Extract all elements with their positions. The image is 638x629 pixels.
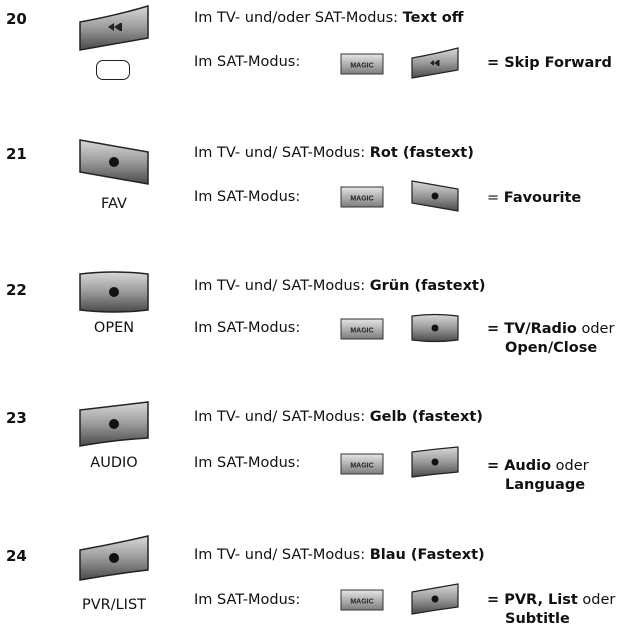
sat-mode-label: Im SAT-Modus: [194,189,301,205]
equals-sign: = [487,190,504,206]
tv-mode-line: Im TV- und/ SAT-Modus: Grün (fastext) [194,278,486,294]
open-small-button[interactable] [410,313,460,343]
tv-mode-line: Im TV- und/ SAT-Modus: Rot (fastext) [194,145,474,161]
result-connector: oder [577,592,616,608]
skip-forward-small-graphic [411,47,459,79]
sat-mode-result: = Audio oder Language [487,457,589,495]
entry-number: 21 [6,145,27,163]
pvr-list-button-graphic [79,535,149,581]
sat-mode-result: = PVR, List oder Subtitle [487,591,615,629]
button-label: PVR/LIST [81,597,147,613]
dot-icon [109,287,119,297]
dot-icon [431,324,439,332]
result-function-alt: Subtitle [505,611,570,627]
equals-sign: = [487,55,505,71]
button-label: FAV [101,196,127,212]
audio-button-graphic [79,401,149,447]
button-label: AUDIO [90,455,138,471]
magic-button[interactable]: MAGIC [340,453,384,475]
dot-icon [431,595,439,603]
line-prefix: Im TV- und/ SAT-Modus: [194,145,370,161]
magic-button-graphic: MAGIC [340,53,384,75]
fav-small-graphic [411,180,459,212]
pvr-list-button[interactable] [78,535,150,581]
sat-mode-label: Im SAT-Modus: [194,455,301,471]
magic-label: MAGIC [350,328,373,335]
tv-mode-line: Im TV- und/ SAT-Modus: Gelb (fastext) [194,409,483,425]
button-label: OPEN [93,320,135,336]
sat-mode-label: Im SAT-Modus: [194,54,301,70]
equals-sign: = [487,321,505,337]
dot-icon [109,553,119,563]
fav-small-button[interactable] [410,180,460,212]
magic-button-graphic: MAGIC [340,453,384,475]
magic-button[interactable]: MAGIC [340,53,384,75]
result-function: Skip Forward [504,55,612,71]
skip-forward-small-button[interactable] [410,47,460,79]
result-function: Favourite [503,190,582,206]
magic-button-graphic: MAGIC [340,589,384,611]
sat-mode-result: = TV/Radio oder Open/Close [487,320,614,358]
open-small-graphic [411,313,459,343]
line-prefix: Im TV- und/ SAT-Modus: [194,547,370,563]
pvr-list-small-button[interactable] [410,583,460,615]
open-button[interactable] [78,270,150,314]
audio-small-graphic [411,446,459,478]
result-function: TV/Radio [504,321,577,337]
line-function: Rot (fastext) [369,145,474,161]
dot-icon [431,192,439,200]
audio-button[interactable] [78,401,150,447]
open-button-graphic [79,271,149,313]
entry-number: 22 [6,281,27,299]
magic-button-graphic: MAGIC [340,186,384,208]
sat-mode-label: Im SAT-Modus: [194,592,301,608]
magic-button[interactable]: MAGIC [340,186,384,208]
dot-icon [431,458,439,466]
magic-label: MAGIC [350,63,373,70]
sat-mode-label: Im SAT-Modus: [194,320,301,336]
magic-button[interactable]: MAGIC [340,318,384,340]
audio-small-button[interactable] [410,446,460,478]
equals-sign: = [487,592,505,608]
magic-label: MAGIC [350,196,373,203]
result-connector: oder [576,321,615,337]
sat-mode-result: = Favourite [487,189,581,208]
result-function-alt: Open/Close [505,340,598,356]
line-function: Gelb (fastext) [369,409,483,425]
fav-button[interactable] [78,139,150,185]
skip-forward-button[interactable] [78,4,150,51]
magic-label: MAGIC [350,463,373,470]
entry-number: 24 [6,547,27,565]
tv-mode-line: Im TV- und/ SAT-Modus: Blau (Fastext) [194,547,485,563]
magic-button[interactable]: MAGIC [340,589,384,611]
line-prefix: Im TV- und/oder SAT-Modus: [194,10,403,26]
equals-sign: = [487,458,505,474]
magic-label: MAGIC [350,599,373,606]
result-function-alt: Language [505,477,586,493]
fav-button-graphic [79,139,149,185]
line-function: Grün (fastext) [369,278,486,294]
result-connector: oder [551,458,589,474]
entry-number: 23 [6,409,27,427]
manual-page: { "entries": [ { "number": "20", "button… [0,0,638,627]
result-function: Audio [504,458,552,474]
skip-forward-button-graphic [79,4,149,51]
dot-icon [109,157,119,167]
result-function: PVR, List [504,592,578,608]
entry-number: 20 [6,10,27,28]
line-prefix: Im TV- und/ SAT-Modus: [194,409,370,425]
line-function: Text off [402,10,464,26]
sat-mode-result: = Skip Forward [487,54,612,73]
line-function: Blau (Fastext) [369,547,485,563]
line-prefix: Im TV- und/ SAT-Modus: [194,278,370,294]
magic-button-graphic: MAGIC [340,318,384,340]
pvr-list-small-graphic [411,583,459,615]
outline-button[interactable] [96,60,130,80]
tv-mode-line: Im TV- und/oder SAT-Modus: Text off [194,10,464,26]
dot-icon [109,419,119,429]
